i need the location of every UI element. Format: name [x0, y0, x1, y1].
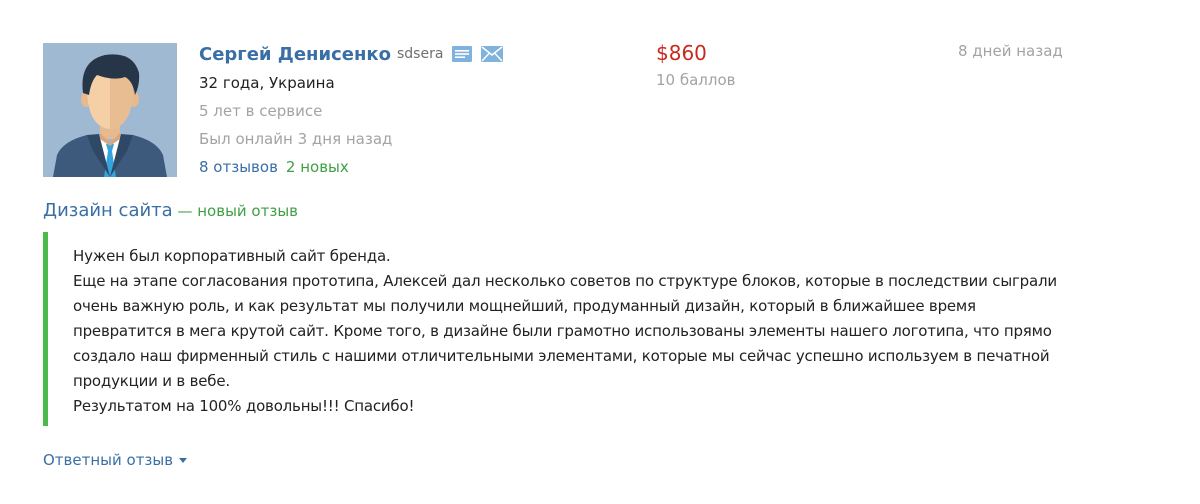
reply-review-label: Ответный отзыв: [43, 451, 174, 469]
project-row: Дизайн сайта — новый отзыв: [43, 200, 298, 221]
message-icon[interactable]: [481, 46, 504, 62]
user-name-row: Сергей Денисенко sdsera: [199, 41, 504, 67]
user-login: sdsera: [396, 46, 444, 62]
caret-down-icon: [179, 457, 188, 463]
reviews-count-link[interactable]: 8 отзывов: [199, 158, 278, 176]
user-avatar-icon: [43, 43, 177, 177]
review-status: — новый отзыв: [172, 202, 298, 220]
portfolio-icon[interactable]: [452, 46, 473, 62]
payment-amount: $860: [656, 41, 707, 65]
payment-points: 10 баллов: [656, 71, 736, 89]
project-title-link[interactable]: Дизайн сайта: [43, 200, 173, 221]
new-reviews-link[interactable]: 2 новых: [286, 158, 349, 176]
review-date: 8 дней назад: [958, 42, 1063, 60]
user-avatar[interactable]: [43, 43, 177, 177]
user-age-country: 32 года, Украина: [199, 74, 335, 92]
review-text: Нужен был корпоративный сайт бренда. Еще…: [73, 247, 1057, 415]
reply-review-toggle[interactable]: Ответный отзыв: [43, 451, 188, 469]
review-box: Нужен был корпоративный сайт бренда. Еще…: [43, 232, 1058, 426]
user-years-on-service: 5 лет в сервисе: [199, 102, 323, 120]
user-name-link[interactable]: Сергей Денисенко: [199, 44, 391, 65]
user-last-online: Был онлайн 3 дня назад: [199, 130, 393, 148]
user-reviews-row: 8 отзывов 2 новых: [199, 158, 349, 176]
